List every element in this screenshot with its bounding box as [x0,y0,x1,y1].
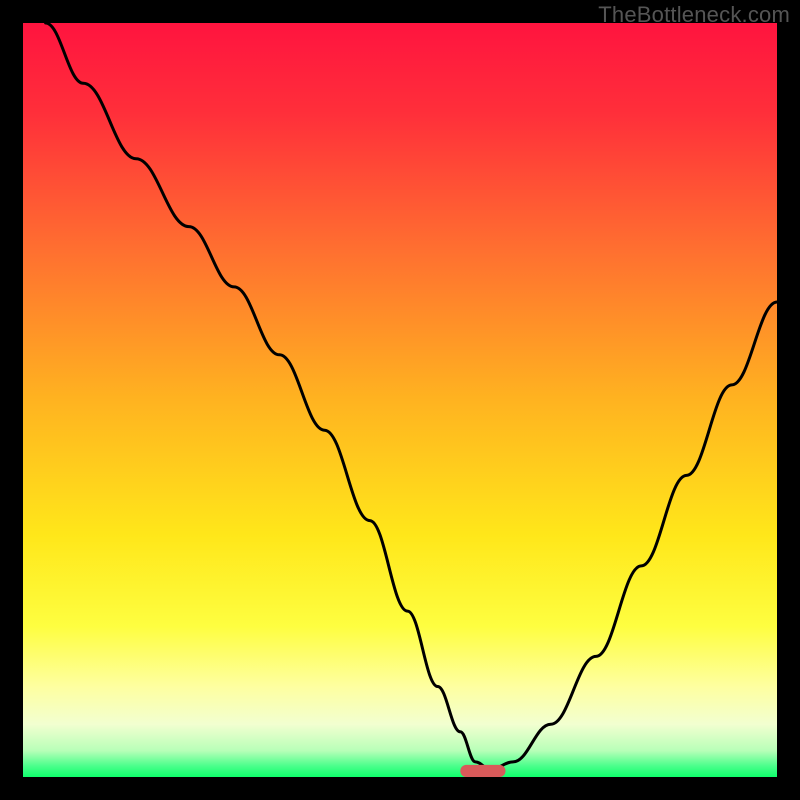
chart-svg [23,23,777,777]
plot-area [23,23,777,777]
watermark-text: TheBottleneck.com [598,2,790,28]
chart-frame: TheBottleneck.com [0,0,800,800]
target-pill-marker [460,765,505,777]
gradient-background [23,23,777,777]
